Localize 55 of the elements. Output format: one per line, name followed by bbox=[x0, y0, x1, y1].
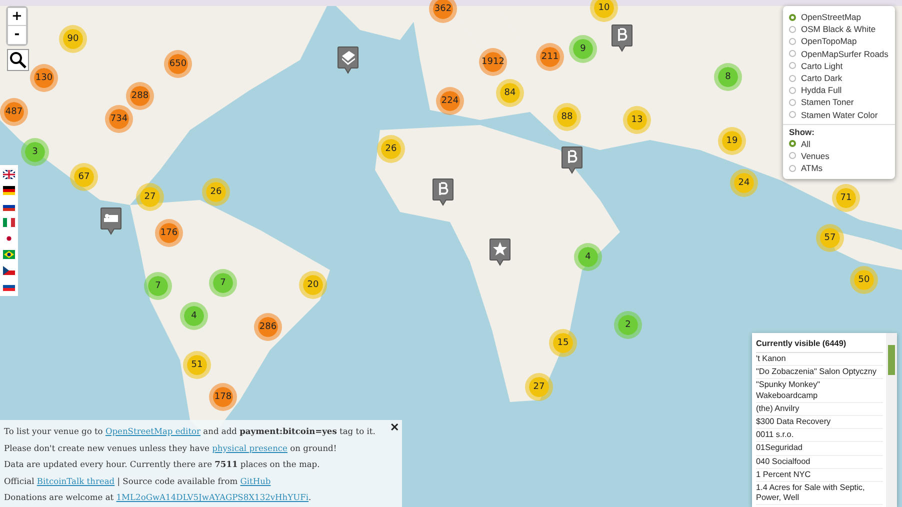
radio-button[interactable] bbox=[789, 164, 796, 172]
venue-item[interactable]: "Spunky Monkey" Wakeboardcamp bbox=[756, 379, 883, 403]
layer-label[interactable]: Stamen Water Color bbox=[801, 110, 878, 120]
venue-item[interactable]: (the) Anvilry bbox=[756, 402, 883, 416]
layer-label[interactable]: OpenMapSurfer Roads bbox=[801, 48, 888, 59]
layer-label[interactable]: Hydda Full bbox=[801, 85, 842, 96]
list-title: Currently visible (6449) bbox=[756, 336, 883, 353]
radio-button[interactable] bbox=[789, 62, 796, 70]
radio-button[interactable] bbox=[789, 140, 796, 148]
link[interactable]: BitcoinTalk thread bbox=[36, 476, 115, 486]
close-button[interactable]: ✕ bbox=[390, 421, 399, 434]
venue-item[interactable]: 040 Socialfood bbox=[756, 456, 883, 469]
layer-label[interactable]: OSM Black & White bbox=[801, 24, 876, 34]
link[interactable]: OpenStreetMap editor bbox=[105, 426, 201, 436]
layer-label[interactable]: Stamen Toner bbox=[801, 97, 854, 108]
radio-button[interactable] bbox=[789, 38, 796, 45]
venue-item[interactable]: 01Seguridad bbox=[756, 442, 883, 456]
venue-item[interactable]: 0011 s.r.o. bbox=[756, 429, 883, 442]
layer-label[interactable]: OpenTopoMap bbox=[801, 36, 857, 46]
language-flag-icon[interactable] bbox=[3, 266, 15, 275]
info-text: Official BitcoinTalk thread | Source code available from GitHub bbox=[4, 474, 272, 488]
info-text: Donations are welcome at 1ML2oGwA14DLV5JwAYAGPS8X132vHhYUFi. bbox=[4, 491, 312, 504]
info-text: Please don't create new venues unless they have physical presence on ground! bbox=[4, 442, 338, 455]
radio-button[interactable] bbox=[789, 50, 796, 58]
language-flag-icon[interactable] bbox=[3, 170, 15, 179]
link[interactable]: physical presence bbox=[212, 442, 288, 453]
filter-label[interactable]: ATMs bbox=[801, 163, 823, 174]
link[interactable]: GitHub bbox=[240, 476, 271, 486]
scrollbar[interactable] bbox=[886, 333, 897, 507]
venue-item[interactable]: $300 Data Recovery bbox=[756, 416, 883, 430]
zoom-in-button[interactable]: + bbox=[8, 8, 26, 26]
search-button[interactable] bbox=[7, 49, 29, 71]
radio-button[interactable] bbox=[789, 152, 796, 160]
radio-button[interactable] bbox=[789, 111, 796, 118]
radio-button[interactable] bbox=[789, 74, 796, 82]
show-label: Show: bbox=[789, 126, 816, 137]
radio-button[interactable] bbox=[789, 14, 796, 21]
info-text: Data are updated every hour. Currently there are 7511 places on the map. bbox=[4, 458, 321, 472]
filter-label[interactable]: Venues bbox=[801, 150, 830, 161]
radio-button[interactable] bbox=[789, 98, 796, 106]
radio-button[interactable] bbox=[789, 26, 796, 33]
venue-item[interactable]: "Do Zobaczenia" Salon Optyczny bbox=[756, 366, 883, 380]
language-flag-icon[interactable] bbox=[3, 282, 15, 291]
language-flag-icon[interactable] bbox=[3, 250, 15, 259]
venue-item[interactable]: 1.4 Acres for Sale with Septic, Power, Well bbox=[756, 482, 883, 506]
layer-label[interactable]: OpenStreetMap bbox=[801, 12, 862, 22]
language-flag-icon[interactable] bbox=[3, 186, 15, 195]
language-flag-icon[interactable] bbox=[3, 202, 15, 211]
radio-button[interactable] bbox=[789, 86, 796, 94]
filter-label[interactable]: All bbox=[801, 138, 810, 149]
venue-item[interactable]: 1 Percent NYC bbox=[756, 468, 883, 482]
search-icon bbox=[9, 51, 27, 69]
venue-item[interactable]: 't Kanon bbox=[756, 353, 883, 366]
layer-label[interactable]: Carto Light bbox=[801, 60, 843, 71]
layer-label[interactable]: Carto Dark bbox=[801, 73, 842, 84]
